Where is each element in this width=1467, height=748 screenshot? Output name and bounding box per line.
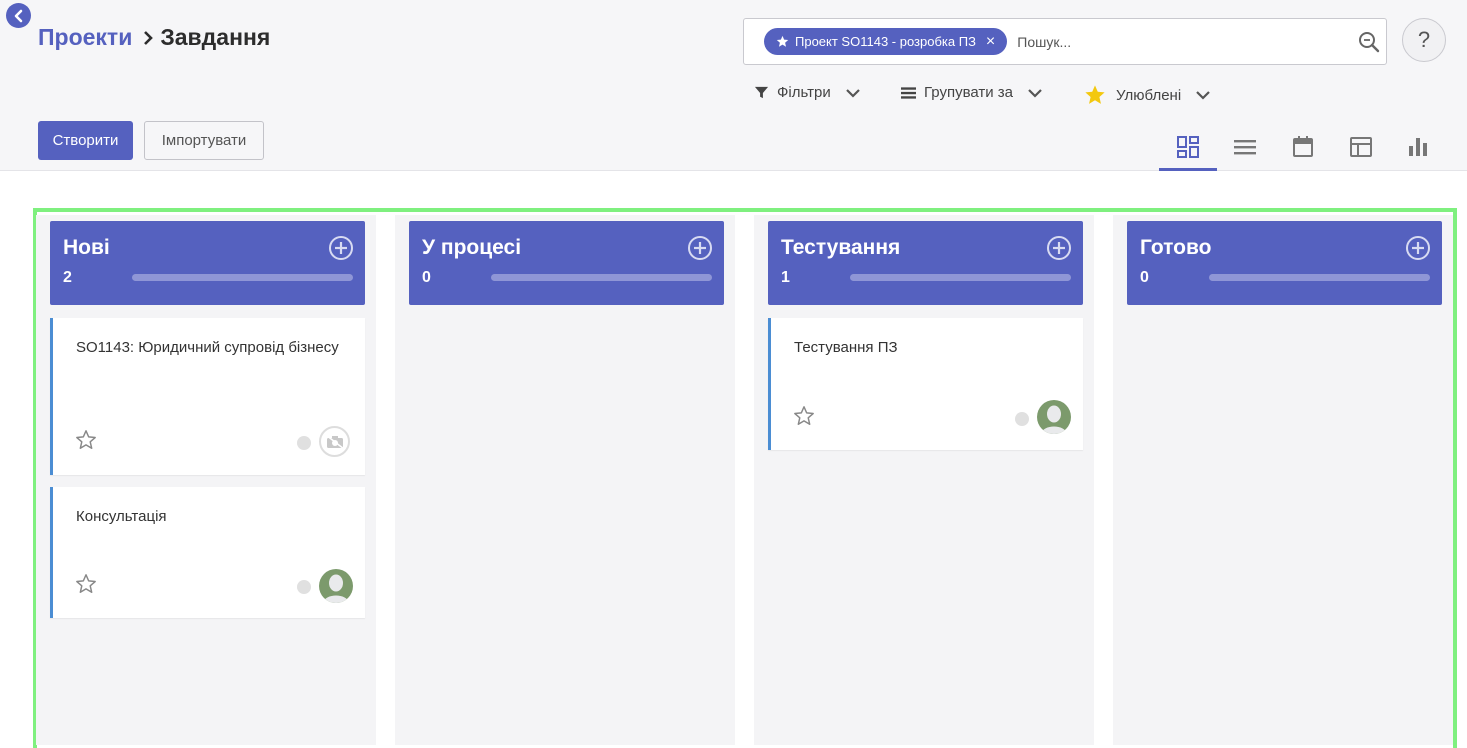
kanban-view-button[interactable]	[1159, 128, 1217, 171]
filters-label: Фільтри	[777, 84, 831, 101]
column-progress-bar	[850, 274, 1071, 281]
column-header: Готово 0	[1127, 221, 1442, 305]
avatar[interactable]	[319, 569, 353, 603]
control-panel: Проекти Завдання Проект SO1143 - розробк…	[0, 0, 1467, 171]
star-outline-icon[interactable]	[793, 405, 815, 427]
column-header: Тестування 1	[768, 221, 1083, 305]
pivot-view-button[interactable]	[1332, 128, 1390, 171]
kanban-column-new: Нові 2 SO1143: Юридичний супровід бізнес…	[36, 215, 376, 745]
column-title: Нові	[63, 236, 110, 259]
kanban-view-icon	[1176, 136, 1199, 158]
column-count: 2	[63, 269, 72, 286]
column-title: У процесі	[422, 236, 522, 259]
search-icon[interactable]	[1357, 30, 1381, 54]
graph-view-icon	[1409, 138, 1428, 156]
back-button[interactable]	[6, 3, 31, 28]
calendar-view-icon	[1292, 136, 1313, 157]
search-input[interactable]	[1017, 33, 1318, 50]
favorites-dropdown[interactable]: Улюблені	[1084, 84, 1211, 106]
group-by-dropdown[interactable]: Групувати за	[901, 84, 1043, 101]
column-header: У процесі 0	[409, 221, 724, 305]
star-icon	[1085, 85, 1105, 104]
search-bar[interactable]: Проект SO1143 - розробка ПЗ ×	[743, 18, 1387, 65]
column-progress-bar	[132, 274, 353, 281]
column-count: 1	[781, 269, 790, 286]
favorites-label: Улюблені	[1116, 86, 1182, 104]
star-icon	[776, 35, 789, 48]
plus-circle-icon[interactable]	[1046, 235, 1072, 261]
camera-placeholder-icon[interactable]	[319, 426, 350, 457]
view-switcher	[1159, 128, 1447, 171]
filters-dropdown[interactable]: Фільтри	[754, 84, 861, 101]
help-button[interactable]: ?	[1402, 18, 1446, 62]
column-progress-bar	[491, 274, 712, 281]
status-dot[interactable]	[1015, 412, 1029, 426]
calendar-view-button[interactable]	[1274, 128, 1332, 171]
list-view-icon	[1234, 140, 1257, 155]
kanban-column-done: Готово 0	[1113, 215, 1453, 745]
search-facet[interactable]: Проект SO1143 - розробка ПЗ ×	[764, 28, 1008, 55]
chevron-left-icon	[14, 9, 22, 22]
plus-circle-icon[interactable]	[1405, 235, 1431, 261]
kanban-card[interactable]: Консультація	[50, 487, 365, 618]
card-title: Тестування ПЗ	[794, 339, 898, 356]
column-count: 0	[1140, 269, 1149, 286]
facet-label: Проект SO1143 - розробка ПЗ	[795, 34, 976, 49]
group-by-label: Групувати за	[924, 84, 1014, 101]
close-icon[interactable]: ×	[986, 33, 995, 50]
column-title: Тестування	[781, 236, 901, 259]
avatar[interactable]	[1037, 400, 1071, 434]
status-dot[interactable]	[297, 580, 311, 594]
kanban-card[interactable]: SO1143: Юридичний супровід бізнесу	[50, 318, 365, 475]
kanban-card[interactable]: Тестування ПЗ	[768, 318, 1083, 450]
column-count: 0	[422, 269, 431, 286]
card-title: Консультація	[76, 508, 167, 525]
list-view-button[interactable]	[1217, 128, 1275, 171]
column-progress-bar	[1209, 274, 1430, 281]
card-title: SO1143: Юридичний супровід бізнесу	[76, 339, 339, 356]
breadcrumb: Проекти Завдання	[38, 24, 270, 51]
chevron-down-icon	[1027, 88, 1043, 98]
column-header: Нові 2	[50, 221, 365, 305]
chevron-right-icon	[142, 30, 154, 46]
import-button[interactable]: Імпортувати	[144, 121, 264, 160]
column-title: Готово	[1140, 236, 1212, 259]
kanban-column-testing: Тестування 1 Тестування ПЗ	[754, 215, 1094, 745]
star-outline-icon[interactable]	[75, 429, 97, 451]
plus-circle-icon[interactable]	[687, 235, 713, 261]
page-title: Завдання	[160, 24, 271, 50]
graph-view-button[interactable]	[1389, 128, 1447, 171]
filter-icon	[754, 86, 769, 99]
chevron-down-icon	[845, 88, 861, 98]
pivot-view-icon	[1349, 137, 1372, 157]
kanban-column-in-progress: У процесі 0	[395, 215, 735, 745]
breadcrumb-projects-link[interactable]: Проекти	[38, 24, 132, 51]
create-button[interactable]: Створити	[38, 121, 133, 160]
chevron-down-icon	[1195, 90, 1211, 100]
plus-circle-icon[interactable]	[328, 235, 354, 261]
status-dot[interactable]	[297, 436, 311, 450]
star-outline-icon[interactable]	[75, 573, 97, 595]
group-icon	[901, 86, 916, 99]
